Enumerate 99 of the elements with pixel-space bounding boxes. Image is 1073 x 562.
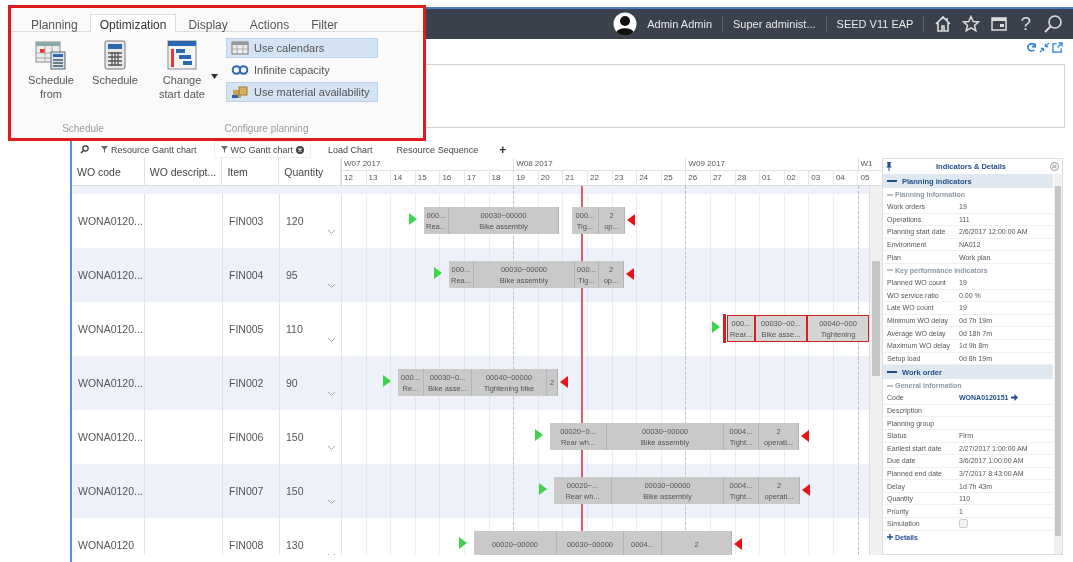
refresh-icon[interactable] xyxy=(1026,41,1037,53)
table-cell: FIN002 xyxy=(223,356,280,410)
dropdown-button[interactable]: Change start date xyxy=(155,36,218,105)
table-cell: 130 xyxy=(286,539,304,551)
chevron-down-icon[interactable] xyxy=(328,338,335,342)
table-cell: WONA0120... xyxy=(72,356,145,410)
table-cell: WONA0120 xyxy=(72,518,145,555)
day-label: 14 xyxy=(391,171,416,185)
table-cell: 95 xyxy=(286,269,298,281)
group-label: Schedule xyxy=(62,122,104,136)
toggle-button[interactable]: Use calendars xyxy=(226,38,378,58)
table-cell: 120 xyxy=(286,215,304,227)
add-tab-button[interactable]: + xyxy=(496,142,510,157)
day-label: 16 xyxy=(440,171,465,185)
view-tab[interactable]: Resource Gantt chart xyxy=(95,142,203,157)
search-icon[interactable] xyxy=(80,145,89,154)
table-cell: 150 xyxy=(286,485,304,497)
scrollbar[interactable] xyxy=(869,186,882,555)
day-label: 04 xyxy=(833,171,859,185)
day-label: 21 xyxy=(563,171,588,185)
day-label: 01 xyxy=(760,171,785,185)
start-marker-icon xyxy=(383,375,391,387)
ribbon-tab[interactable]: Planning xyxy=(21,14,88,31)
boxes-icon xyxy=(231,85,249,99)
collapse-icon[interactable] xyxy=(1039,41,1050,53)
window-icon[interactable] xyxy=(990,15,1009,33)
day-label: 28 xyxy=(735,171,761,185)
close-icon[interactable] xyxy=(296,145,305,154)
start-marker-icon xyxy=(434,267,442,279)
ribbon-tab[interactable]: Display xyxy=(178,14,238,31)
gantt-chart-icon xyxy=(167,40,197,70)
table-cell: FIN008 xyxy=(223,518,280,555)
column-header[interactable]: Item xyxy=(222,158,280,185)
table-cell: FIN007 xyxy=(223,464,280,518)
expand-panel-icon[interactable] xyxy=(1050,162,1059,171)
chevron-down-icon[interactable] xyxy=(328,230,335,234)
popout-icon[interactable] xyxy=(1052,41,1063,53)
start-marker-icon xyxy=(409,213,417,225)
table-cell: FIN004 xyxy=(223,248,280,302)
scrollbar[interactable] xyxy=(1054,174,1062,554)
week-label: W08 2017 xyxy=(514,158,687,170)
environment-label[interactable]: SEED V11 EAP xyxy=(836,18,914,30)
calendar-icon xyxy=(231,41,249,55)
help-button[interactable]: ? xyxy=(1018,13,1033,35)
day-label: 20 xyxy=(538,171,564,185)
calendar-calculator-icon xyxy=(34,40,68,70)
start-marker-icon xyxy=(459,537,467,549)
ribbon-tab[interactable]: Optimization xyxy=(89,14,177,32)
week-label: W09 2017 xyxy=(686,158,859,170)
start-marker-icon xyxy=(539,483,547,495)
user-avatar-icon[interactable] xyxy=(613,12,638,36)
day-label: 25 xyxy=(661,171,687,185)
day-label: 15 xyxy=(415,171,441,185)
day-label: 23 xyxy=(612,171,638,185)
ribbon-button[interactable]: Schedule from xyxy=(23,36,79,105)
toggle-button[interactable]: Use material availability xyxy=(226,82,378,102)
day-label: 18 xyxy=(489,171,515,185)
home-icon[interactable] xyxy=(934,15,953,33)
view-tab[interactable]: WO Gantt chart xyxy=(214,142,311,157)
user-name[interactable]: Admin Admin xyxy=(647,18,713,30)
day-label: 17 xyxy=(464,171,490,185)
table-cell: WONA0120... xyxy=(72,248,145,302)
view-tab[interactable]: Resource Sequence xyxy=(390,142,485,157)
day-label: 03 xyxy=(809,171,834,185)
ribbon-tab[interactable]: Actions xyxy=(239,14,300,31)
arrow-right-icon[interactable] xyxy=(1011,394,1019,402)
table-cell: 150 xyxy=(286,431,304,443)
start-marker-icon xyxy=(535,429,543,441)
start-marker-icon xyxy=(712,321,720,333)
calculator-icon xyxy=(104,40,126,70)
toggle-button[interactable]: Infinite capacity xyxy=(226,60,378,80)
column-header[interactable]: Quantity xyxy=(279,158,341,185)
infinity-icon xyxy=(231,63,249,77)
column-header[interactable]: WO code xyxy=(72,158,145,185)
checkbox[interactable] xyxy=(959,519,968,529)
table-cell: 90 xyxy=(286,377,298,389)
day-label: 26 xyxy=(686,171,711,185)
column-header[interactable]: WO descript... xyxy=(144,158,223,185)
ribbon-button[interactable]: Schedule xyxy=(87,36,143,91)
chevron-down-icon[interactable] xyxy=(328,446,335,450)
search-icon[interactable] xyxy=(1043,14,1063,34)
day-label: 24 xyxy=(637,171,662,185)
day-label: 22 xyxy=(587,171,613,185)
day-label: 13 xyxy=(366,171,392,185)
star-icon[interactable] xyxy=(962,15,981,33)
ribbon-tab[interactable]: Filter xyxy=(301,14,348,31)
day-label: 19 xyxy=(514,171,539,185)
week-label: W07 2017 xyxy=(342,158,515,170)
day-label: 12 xyxy=(342,171,367,185)
pin-icon[interactable] xyxy=(886,162,892,171)
view-tab[interactable]: Load Chart xyxy=(322,142,379,157)
expand-icon[interactable] xyxy=(887,534,893,541)
caret-icon xyxy=(211,74,218,79)
group-label: Configure planning xyxy=(224,122,309,136)
table-cell: WONA0120... xyxy=(72,464,145,518)
day-label: 02 xyxy=(784,171,810,185)
role-label[interactable]: Super administ... xyxy=(733,18,816,30)
table-cell: 110 xyxy=(286,323,303,335)
day-label: 27 xyxy=(710,171,736,185)
